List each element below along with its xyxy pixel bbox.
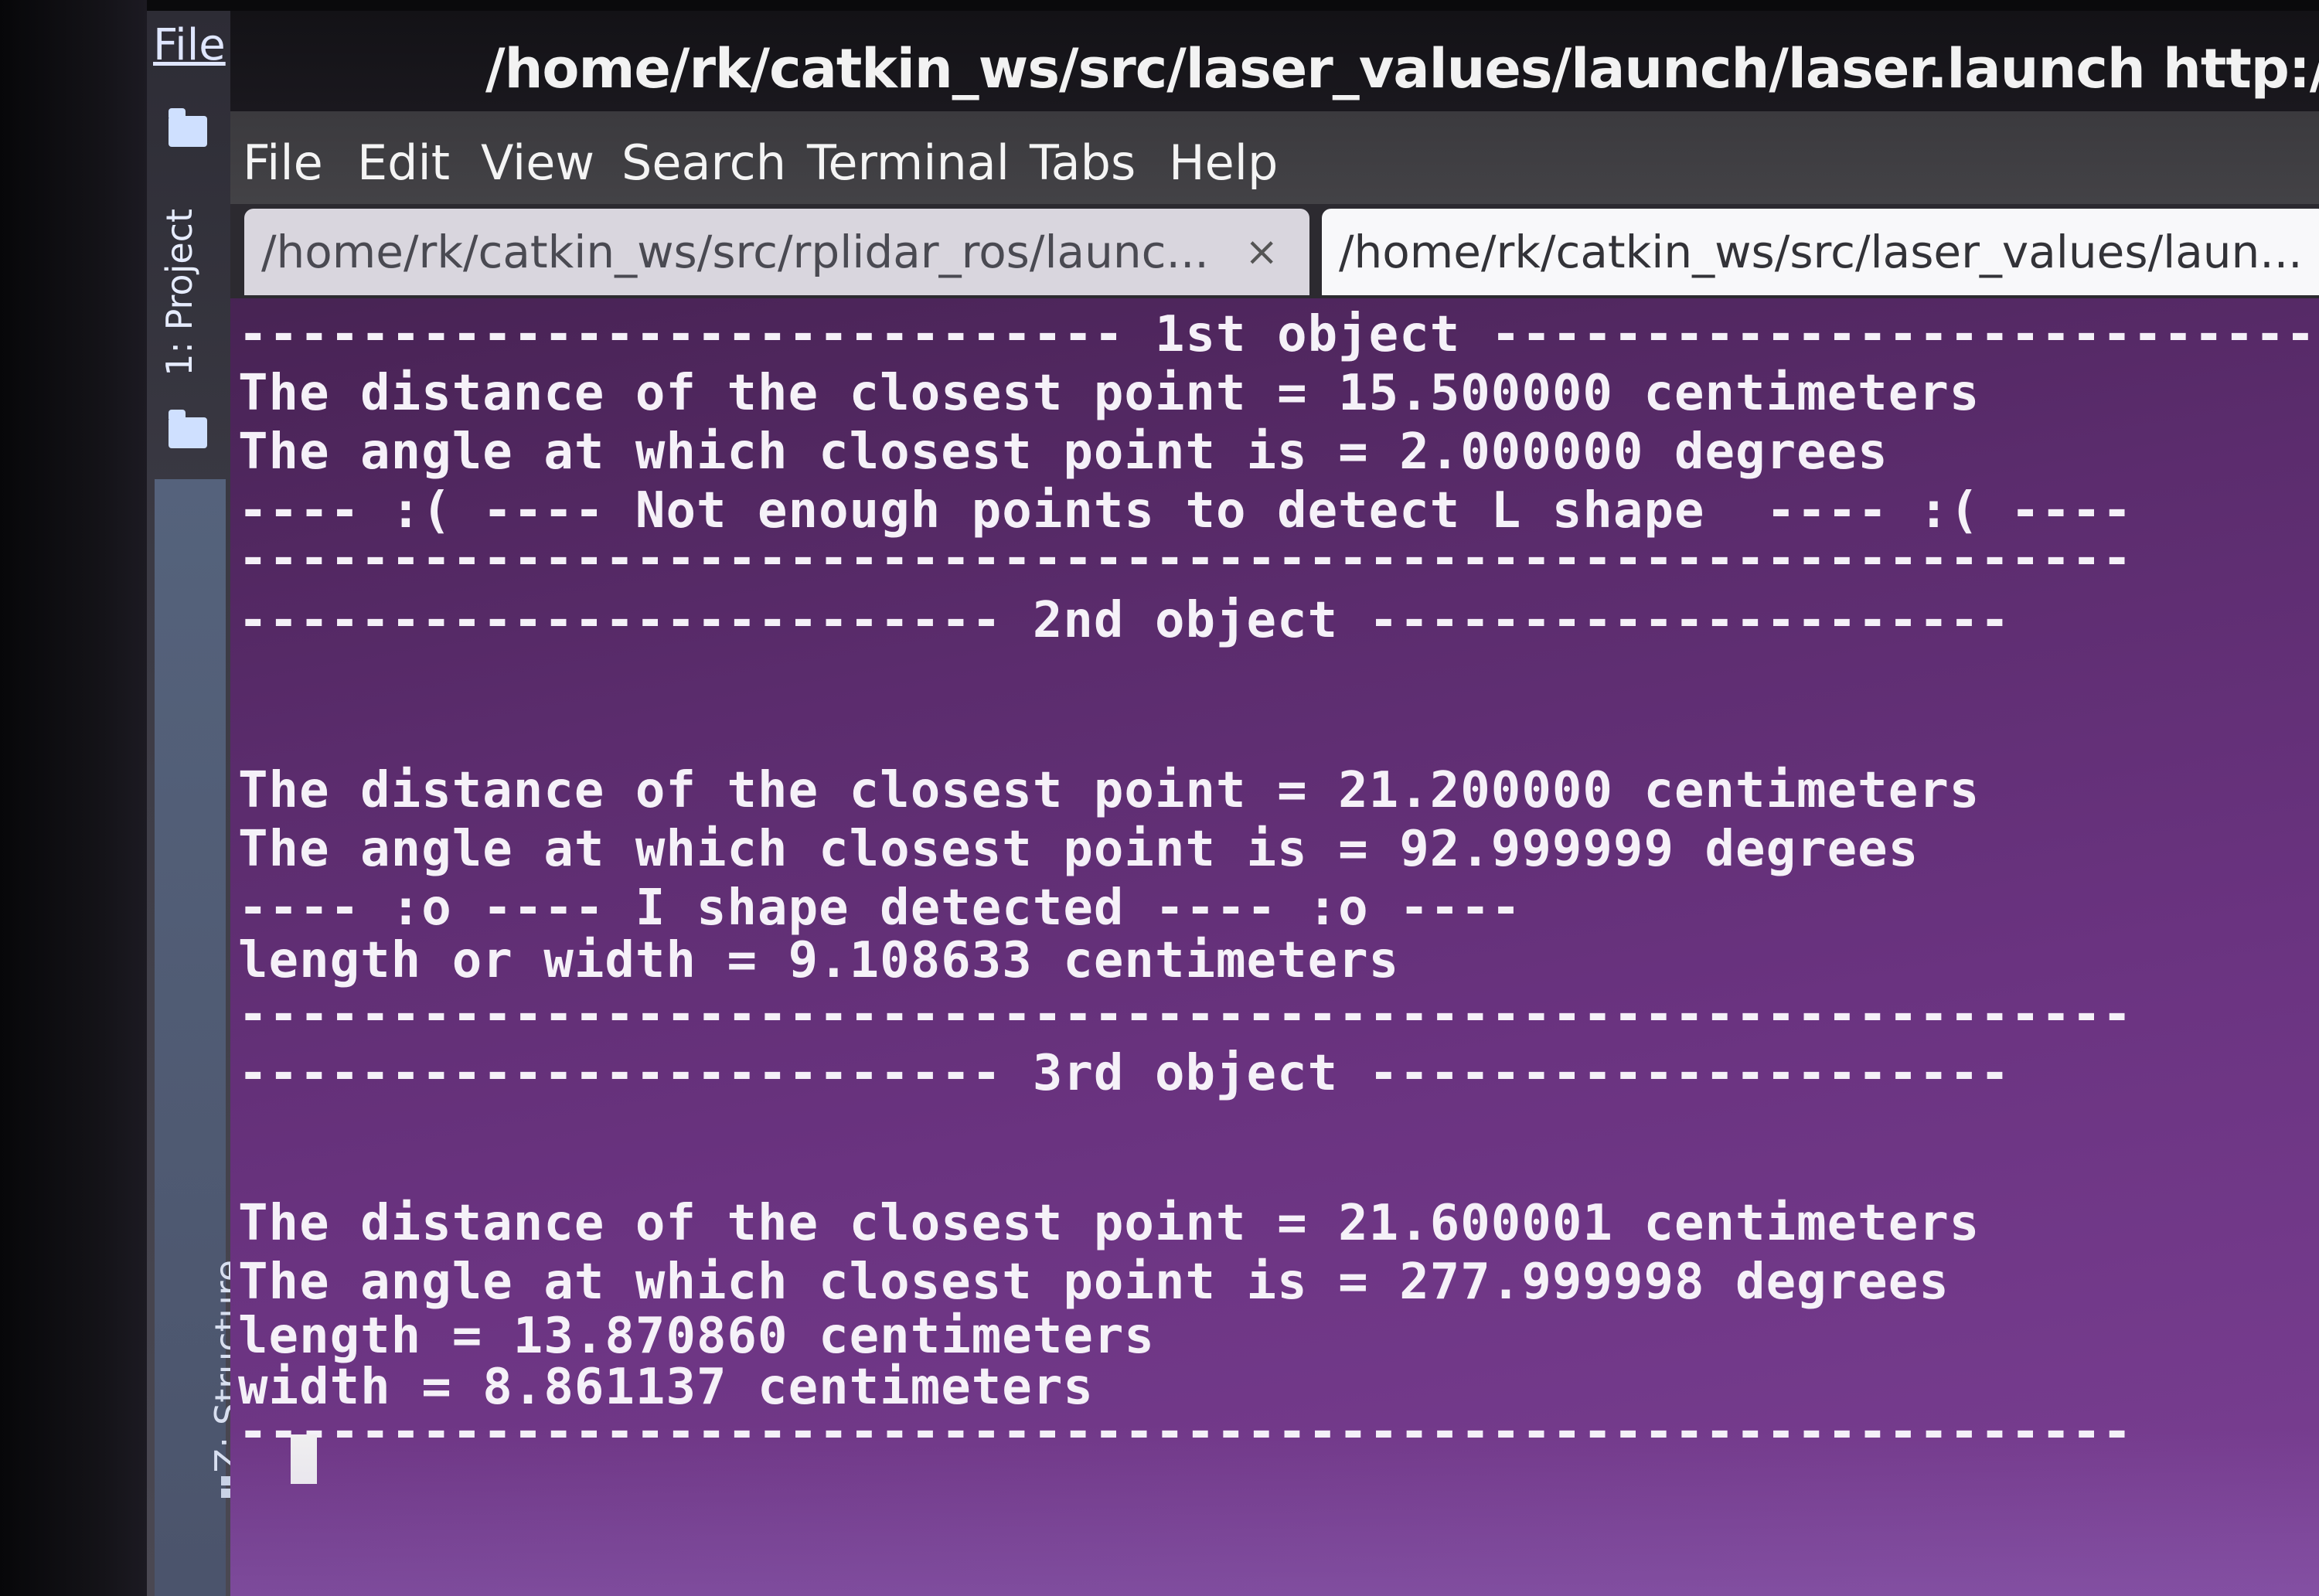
ide-file-menu[interactable]: File bbox=[153, 20, 226, 70]
monitor-bezel-left bbox=[0, 0, 147, 1596]
terminal-window[interactable]: /home/rk/catkin_ws/src/laser_values/laun… bbox=[230, 11, 2319, 1596]
tab-bar: /home/rk/catkin_ws/src/rplidar_ros/launc… bbox=[230, 204, 2319, 298]
folder-icon[interactable] bbox=[169, 410, 207, 448]
terminal-line: The distance of the closest point = 21.2… bbox=[238, 762, 1980, 819]
terminal-line: ------------------------- 2nd object ---… bbox=[238, 592, 2011, 649]
terminal-line: The distance of the closest point = 21.6… bbox=[238, 1195, 1980, 1252]
terminal-line: The angle at which closest point is = 92… bbox=[238, 821, 1919, 878]
tab-rplidar-launch[interactable]: /home/rk/catkin_ws/src/rplidar_ros/launc… bbox=[244, 209, 1309, 295]
terminal-line: length = 13.870860 centimeters bbox=[238, 1308, 1155, 1365]
terminal-output[interactable]: ----------------------------- 1st object… bbox=[238, 298, 2319, 1596]
terminal-line: ----------------------------------------… bbox=[238, 986, 2133, 1043]
terminal-line: The distance of the closest point = 15.5… bbox=[238, 365, 1980, 422]
terminal-line: ------------------------- 3rd object ---… bbox=[238, 1045, 2011, 1102]
terminal-line: ----------------------------------------… bbox=[238, 530, 2133, 587]
close-icon[interactable]: × bbox=[1245, 209, 1279, 295]
menu-tabs[interactable]: Tabs bbox=[1030, 134, 1136, 191]
menubar: File Edit View Search Terminal Tabs Help bbox=[230, 111, 2319, 204]
menu-file[interactable]: File bbox=[243, 134, 323, 191]
terminal-line: The angle at which closest point is = 27… bbox=[238, 1254, 1950, 1311]
tab-label: /home/rk/catkin_ws/src/laser_values/laun… bbox=[1339, 226, 2303, 278]
menu-terminal[interactable]: Terminal bbox=[807, 134, 1010, 191]
tab-laser-values-launch[interactable]: /home/rk/catkin_ws/src/laser_values/laun… bbox=[1322, 209, 2319, 295]
terminal-line: The angle at which closest point is = 2.… bbox=[238, 424, 1888, 481]
menu-search[interactable]: Search bbox=[621, 134, 786, 191]
window-title: /home/rk/catkin_ws/src/laser_values/laun… bbox=[485, 37, 2319, 100]
menu-edit[interactable]: Edit bbox=[357, 134, 450, 191]
terminal-line: ---- :o ---- I shape detected ---- :o --… bbox=[238, 880, 1522, 937]
project-tool-tab[interactable]: 1: Project bbox=[158, 209, 200, 376]
terminal-line: ----------------------------- 1st object… bbox=[238, 306, 2319, 363]
ide-file-menu-label: File bbox=[153, 20, 226, 70]
menu-view[interactable]: View bbox=[481, 134, 594, 191]
screen-glare bbox=[230, 1426, 2319, 1596]
monitor-bezel-top bbox=[0, 0, 2319, 11]
terminal-line: length or width = 9.108633 centimeters bbox=[238, 932, 1400, 989]
window-titlebar: /home/rk/catkin_ws/src/laser_values/laun… bbox=[230, 11, 2319, 111]
menu-help[interactable]: Help bbox=[1169, 134, 1278, 191]
tab-label: /home/rk/catkin_ws/src/rplidar_ros/launc… bbox=[261, 226, 1209, 278]
folder-icon[interactable] bbox=[169, 108, 207, 147]
